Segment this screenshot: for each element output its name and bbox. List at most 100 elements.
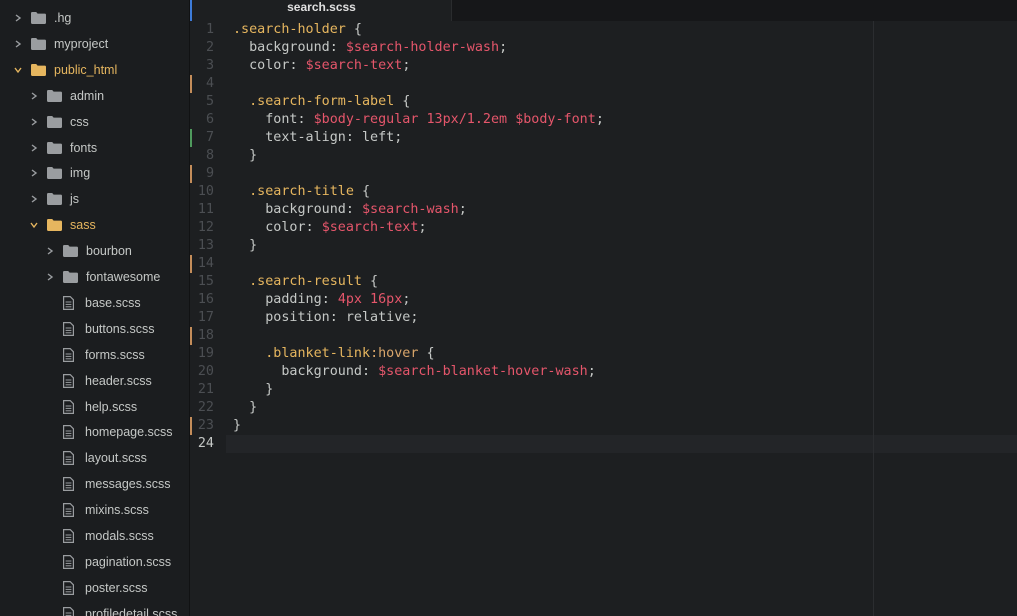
code-line[interactable]: background: $search-holder-wash; xyxy=(233,39,507,57)
tree-file-help-scss[interactable]: help.scss xyxy=(0,394,189,420)
line-number: 17 xyxy=(197,310,214,325)
tree-folder-bourbon[interactable]: bourbon xyxy=(0,238,189,264)
code-line[interactable]: color: $search-text; xyxy=(233,57,410,75)
code-token: { xyxy=(394,94,411,109)
code-line[interactable]: background: $search-wash; xyxy=(233,201,467,219)
tree-item-label: help.scss xyxy=(85,399,138,414)
tree-file-layout-scss[interactable]: layout.scss xyxy=(0,445,189,471)
code-line[interactable]: position: relative; xyxy=(233,309,418,327)
tree-file-forms-scss[interactable]: forms.scss xyxy=(0,342,189,368)
line-number: 15 xyxy=(197,274,214,289)
code-token: $body-font xyxy=(515,112,596,127)
tree-folder-sass[interactable]: sass xyxy=(0,212,189,238)
file-icon xyxy=(63,451,74,466)
tree-folder-fontawesome[interactable]: fontawesome xyxy=(0,264,189,290)
code-token: 4px 16px xyxy=(337,292,403,307)
code-line[interactable]: } xyxy=(233,147,257,165)
code-token: { xyxy=(353,184,371,199)
tree-file-homepage-scss[interactable]: homepage.scss xyxy=(0,419,189,445)
tree-item-label: pagination.scss xyxy=(85,554,172,569)
code-line[interactable]: } xyxy=(233,381,273,399)
folder-icon xyxy=(47,89,62,102)
file-icon xyxy=(63,295,74,310)
chevron-down-icon[interactable] xyxy=(13,65,23,75)
chevron-right-icon[interactable] xyxy=(29,91,39,101)
tree-folder-myproject[interactable]: myproject xyxy=(0,31,189,57)
file-icon xyxy=(63,425,74,440)
code-token: } xyxy=(233,382,274,397)
tree-file-base-scss[interactable]: base.scss xyxy=(0,290,189,316)
code-line[interactable]: .blanket-link:hover { xyxy=(233,345,434,363)
code-line[interactable]: .search-result { xyxy=(233,273,378,291)
code-token: ; xyxy=(458,202,467,217)
tree-file-poster-scss[interactable]: poster.scss xyxy=(0,575,189,601)
tree-folder-hg[interactable]: .hg xyxy=(0,5,189,31)
tree-item-label: bourbon xyxy=(86,244,132,259)
code-line[interactable]: .search-form-label { xyxy=(233,93,410,111)
chevron-right-icon[interactable] xyxy=(13,39,23,49)
chevron-right-icon[interactable] xyxy=(29,194,39,204)
chevron-right-icon[interactable] xyxy=(45,272,55,282)
tree-folder-css[interactable]: css xyxy=(0,109,189,135)
tree-file-messages-scss[interactable]: messages.scss xyxy=(0,471,189,497)
tree-item-label: img xyxy=(70,166,91,181)
code-line[interactable]: .search-holder { xyxy=(233,21,362,39)
chevron-right-icon[interactable] xyxy=(13,13,23,23)
git-modified-marker xyxy=(190,255,192,273)
file-tree: .hg myproject public_html admin css fonts img j… xyxy=(0,0,189,616)
tree-file-profiledetail-scss[interactable]: profiledetail.scss xyxy=(0,601,189,616)
tree-folder-public-html[interactable]: public_html xyxy=(0,57,189,83)
code-line[interactable]: padding: 4px 16px; xyxy=(233,291,410,309)
code-token: ; xyxy=(402,292,411,307)
tree-file-pagination-scss[interactable]: pagination.scss xyxy=(0,549,189,575)
chevron-right-icon[interactable] xyxy=(29,143,39,153)
tree-item-label: base.scss xyxy=(85,295,141,310)
code-token: { xyxy=(362,274,379,289)
chevron-right-icon[interactable] xyxy=(45,246,55,256)
line-number: 1 xyxy=(205,22,214,37)
code-token: color xyxy=(233,58,290,73)
code-token: ; xyxy=(595,112,604,127)
code-line[interactable]: } xyxy=(233,417,241,435)
code-line[interactable]: color: $search-text; xyxy=(233,219,426,237)
tree-folder-admin[interactable]: admin xyxy=(0,83,189,109)
git-modified-marker xyxy=(190,327,192,345)
line-number: 23 xyxy=(197,418,214,433)
folder-icon xyxy=(31,12,46,24)
file-icon xyxy=(63,554,74,569)
code-token: : xyxy=(289,58,306,73)
tree-item-label: modals.scss xyxy=(85,529,154,543)
code-line[interactable]: background: $search-blanket-hover-wash; xyxy=(233,363,595,381)
code-token: .search-holder xyxy=(233,22,346,37)
code-token: { xyxy=(345,22,362,37)
tree-item-label: fontawesome xyxy=(86,270,161,284)
code-line[interactable]: } xyxy=(233,237,257,255)
tree-file-buttons-scss[interactable]: buttons.scss xyxy=(0,316,189,342)
line-number: 2 xyxy=(205,40,214,55)
code-line[interactable]: } xyxy=(233,399,257,417)
chevron-right-icon[interactable] xyxy=(29,117,39,127)
line-number: 24 xyxy=(197,436,214,451)
tree-file-header-scss[interactable]: header.scss xyxy=(0,368,189,394)
code-token: position xyxy=(233,310,330,325)
code-line[interactable]: .search-title { xyxy=(233,183,370,201)
tree-folder-img[interactable]: img xyxy=(0,160,189,186)
chevron-down-icon[interactable] xyxy=(29,220,39,230)
line-number: 18 xyxy=(197,328,214,343)
code-token: } xyxy=(233,400,258,415)
chevron-right-icon[interactable] xyxy=(29,168,39,178)
code-line[interactable]: font: $body-regular 13px/1.2em $body-fon… xyxy=(233,111,604,129)
tab-search-scss[interactable]: search.scss xyxy=(190,0,452,21)
tree-item-label: header.scss xyxy=(85,373,152,388)
tree-file-modals-scss[interactable]: modals.scss xyxy=(0,523,189,549)
code-line[interactable]: text-align: left; xyxy=(233,129,402,147)
tree-folder-js[interactable]: js xyxy=(0,186,189,212)
tree-item-label: profiledetail.scss xyxy=(85,606,178,616)
file-icon xyxy=(63,606,74,616)
tree-file-mixins-scss[interactable]: mixins.scss xyxy=(0,497,189,523)
tree-folder-fonts[interactable]: fonts xyxy=(0,135,189,161)
git-modified-marker xyxy=(190,75,192,93)
line-number: 3 xyxy=(205,58,214,73)
code-token: ; xyxy=(402,58,411,73)
code-editor[interactable]: 1 2 3 4 5 6 7 8 9 10 11 12 13 14 15 16 17 18 19 20 21 22 23 24 … xyxy=(190,21,1017,616)
